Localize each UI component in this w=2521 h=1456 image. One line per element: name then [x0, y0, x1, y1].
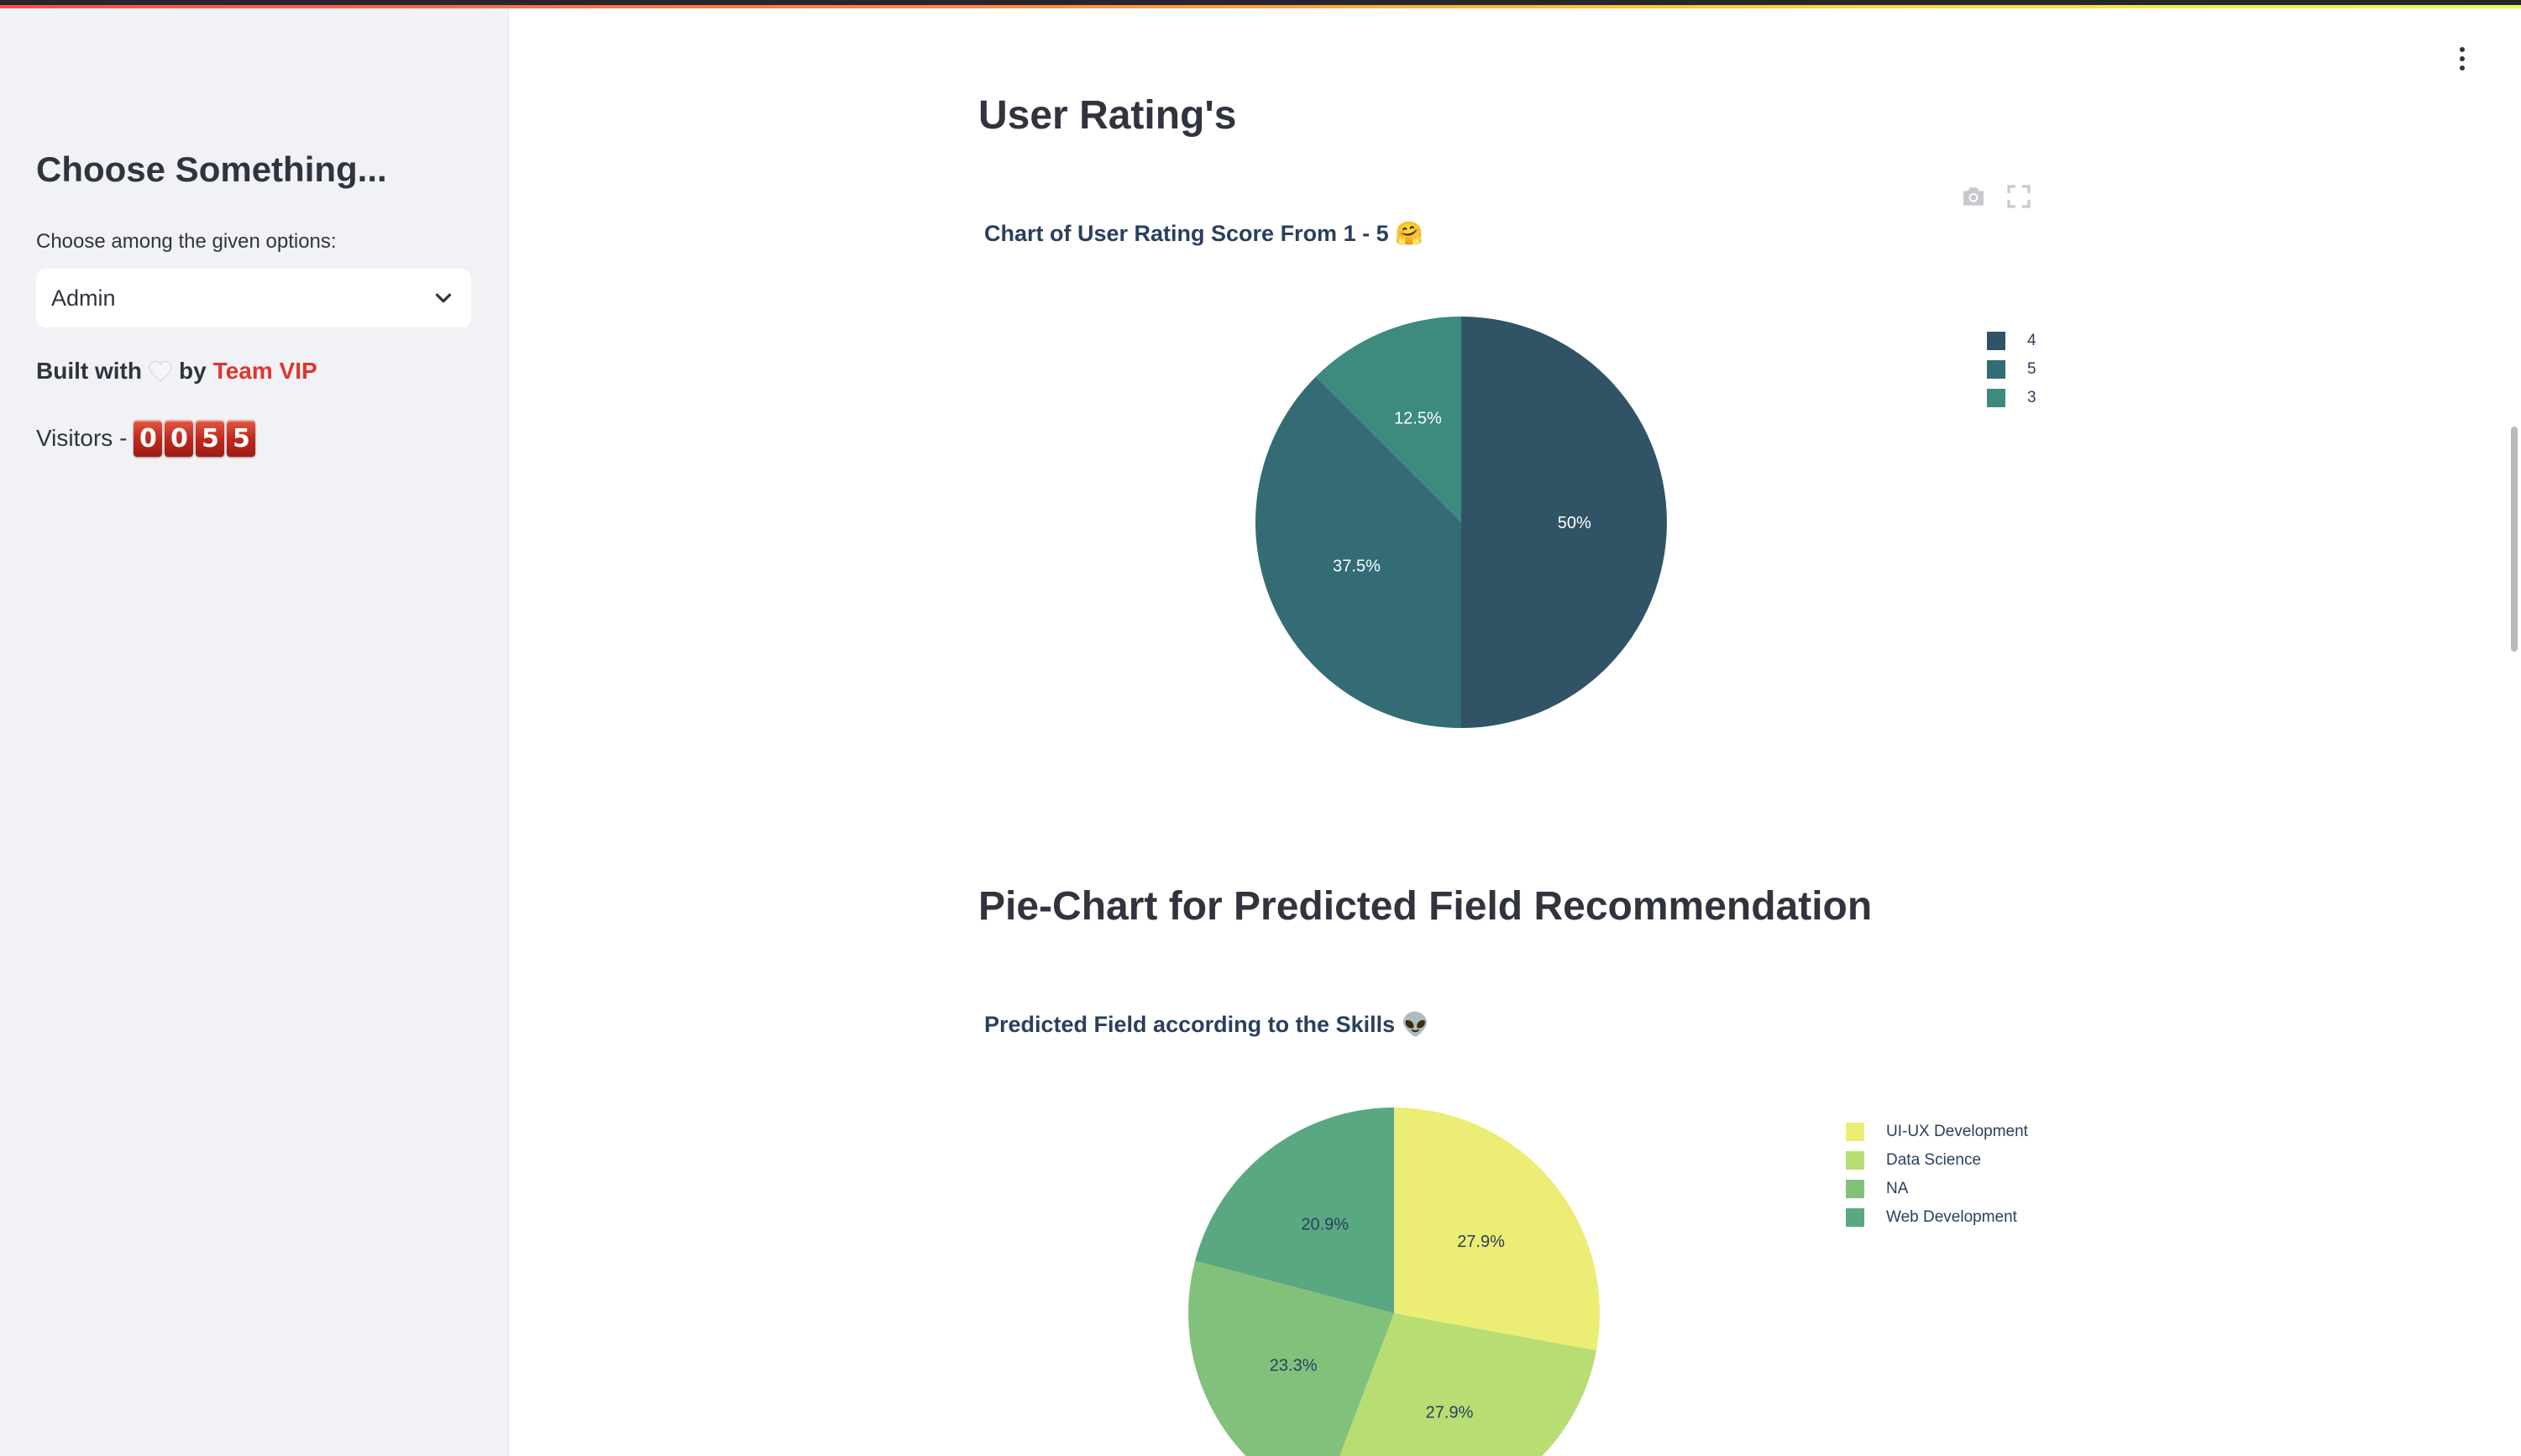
- pie-data-label: 50%: [1558, 514, 1591, 532]
- visitors-label: Visitors -: [36, 425, 128, 451]
- visitor-counter: Visitors - 0 0 5 5: [36, 420, 256, 457]
- chart-title-predicted-field: Predicted Field according to the Skills …: [984, 1012, 1430, 1037]
- legend-label: UI-UX Development: [1886, 1123, 2028, 1140]
- predicted-field-legend: UI-UX Development Data Science NA Web Devel…: [1846, 1118, 2028, 1232]
- fullscreen-icon[interactable]: [2005, 183, 2032, 210]
- pie-data-label: 12.5%: [1394, 410, 1442, 428]
- legend-swatch: [1846, 1208, 1864, 1227]
- chevron-down-icon: [435, 293, 452, 303]
- counter-digit: 5: [196, 420, 225, 457]
- pie-slice-ui-ux-development[interactable]: [1394, 1108, 1600, 1351]
- legend-item[interactable]: 3: [1987, 384, 2036, 412]
- section-heading-ratings: User Rating's: [978, 93, 1237, 138]
- pie-data-label: 27.9%: [1426, 1403, 1474, 1422]
- legend-swatch: [1846, 1123, 1864, 1141]
- legend-label: Data Science: [1886, 1151, 1982, 1169]
- legend-swatch: [1846, 1180, 1864, 1198]
- legend-item[interactable]: NA: [1846, 1175, 2028, 1203]
- role-select[interactable]: Admin: [36, 269, 471, 327]
- predicted-field-pie-chart: 27.9% 27.9% 23.3% 20.9%: [1188, 1108, 1600, 1456]
- pie-data-label: 23.3%: [1270, 1357, 1318, 1375]
- legend-label: 3: [2027, 389, 2036, 406]
- legend-item[interactable]: 4: [1987, 327, 2036, 355]
- pie-data-label: 27.9%: [1457, 1233, 1505, 1251]
- rating-pie-chart: 50% 37.5% 12.5%: [1255, 317, 1667, 728]
- scrollbar-thumb[interactable]: [2511, 427, 2518, 652]
- legend-item[interactable]: UI-UX Development: [1846, 1118, 2028, 1146]
- rating-legend: 4 5 3: [1987, 327, 2036, 412]
- legend-swatch: [1987, 360, 2005, 379]
- legend-label: NA: [1886, 1180, 1909, 1197]
- legend-label: Web Development: [1886, 1208, 2017, 1226]
- kebab-menu-icon[interactable]: [2452, 47, 2472, 74]
- counter-digit: 5: [227, 420, 256, 457]
- camera-icon[interactable]: [1960, 183, 1987, 210]
- legend-item[interactable]: Web Development: [1846, 1203, 2028, 1232]
- legend-label: 4: [2027, 332, 2036, 349]
- counter-digit: 0: [165, 420, 194, 457]
- counter-digit: 0: [134, 420, 163, 457]
- section-heading-predicted-field: Pie-Chart for Predicted Field Recommenda…: [978, 884, 1873, 929]
- select-value: Admin: [51, 285, 116, 311]
- sidebar-title: Choose Something...: [36, 149, 387, 189]
- built-prefix: Built with: [36, 358, 142, 384]
- pie-data-label: 20.9%: [1301, 1215, 1349, 1233]
- legend-swatch: [1987, 389, 2005, 407]
- legend-label: 5: [2027, 360, 2036, 378]
- sidebar: [0, 8, 509, 1456]
- counter-digits: 0 0 5 5: [134, 420, 256, 457]
- top-dark-strip: [0, 0, 2521, 5]
- built-by: by: [178, 358, 207, 384]
- legend-item[interactable]: 5: [1987, 355, 2036, 384]
- legend-item[interactable]: Data Science: [1846, 1146, 2028, 1175]
- pie-data-label: 37.5%: [1333, 558, 1381, 576]
- heart-icon: [149, 360, 172, 382]
- built-with-credit: Built with by Team VIP: [36, 358, 317, 385]
- chart-title-ratings: Chart of User Rating Score From 1 - 5 🤗: [984, 221, 1423, 246]
- legend-swatch: [1987, 332, 2005, 350]
- legend-swatch: [1846, 1151, 1864, 1170]
- select-label: Choose among the given options:: [36, 230, 337, 253]
- team-link[interactable]: Team VIP: [213, 358, 317, 385]
